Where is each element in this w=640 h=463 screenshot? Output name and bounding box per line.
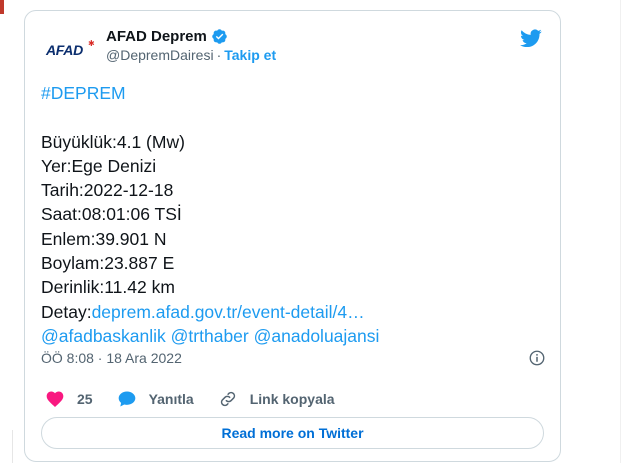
mention-link[interactable]: @afadbaskanlik: [41, 326, 166, 346]
timestamp-row: ÖÖ 8:08 · 18 Ara 2022: [41, 348, 546, 368]
afad-logo-star-icon: ✱: [88, 39, 95, 48]
verified-badge-icon: [212, 28, 227, 44]
follow-link[interactable]: Takip et: [224, 47, 276, 63]
tweet-line-latitude: Enlem:39.901 N: [41, 228, 167, 249]
tweet-line-time: Saat:08:01:06 TSİ: [41, 204, 182, 225]
hashtag-link[interactable]: #DEPREM: [41, 83, 126, 103]
author-display-name[interactable]: AFAD Deprem: [106, 28, 207, 45]
tweet-header: AFAD ✱ AFAD Deprem @DepremDairesi · Takip …: [43, 25, 546, 69]
copy-link-label: Link kopyala: [249, 391, 335, 407]
detail-label: Detay:: [41, 301, 92, 322]
tweet-line-depth: Derinlik:11.42 km: [41, 277, 175, 298]
author-handle[interactable]: @DepremDairesi: [106, 47, 214, 63]
mention-link[interactable]: @trthaber: [171, 326, 249, 346]
reply-button[interactable]: Yanıtla: [117, 389, 194, 409]
read-more-button[interactable]: Read more on Twitter: [41, 417, 544, 449]
like-count: 25: [77, 391, 93, 407]
tweet-line-longitude: Boylam:23.887 E: [41, 253, 175, 274]
author-info: AFAD Deprem @DepremDairesi · Takip et: [106, 26, 276, 67]
author-handle-row: @DepremDairesi · Takip et: [106, 47, 276, 67]
heart-icon: [46, 391, 64, 407]
copy-link-button[interactable]: Link kopyala: [218, 389, 335, 409]
speech-bubble-icon: [118, 391, 135, 407]
tweet-line-detail: Detay:deprem.afad.gov.tr/event-detail/4…: [41, 300, 544, 324]
page-divider-right: [620, 0, 621, 463]
detail-link[interactable]: deprem.afad.gov.tr/event-detail/4…: [92, 302, 365, 322]
afad-logo-text: AFAD: [46, 42, 83, 58]
tweet-line-magnitude: Büyüklük:4.1 (Mw): [41, 131, 185, 152]
separator-dot: ·: [216, 47, 222, 63]
link-icon: [220, 391, 235, 407]
tweet-actions: 25 Yanıtla Link kopyala: [45, 388, 359, 410]
info-icon[interactable]: [528, 349, 546, 367]
reply-label: Yanıtla: [148, 391, 194, 407]
tweet-line-location: Yer:Ege Denizi: [41, 155, 157, 176]
tweet-text: #DEPREM Büyüklük:4.1 (Mw) Yer:Ege Denizi…: [41, 81, 544, 348]
twitter-bird-icon[interactable]: [520, 27, 542, 49]
tweet-line-date: Tarih:2022-12-18: [41, 180, 174, 201]
tweet-timestamp[interactable]: ÖÖ 8:08 · 18 Ara 2022: [41, 350, 182, 366]
like-button[interactable]: 25: [45, 389, 93, 409]
page-divider-left: [12, 430, 13, 463]
mention-link[interactable]: @anadoluajansi: [254, 326, 380, 346]
afad-logo[interactable]: AFAD ✱: [46, 40, 95, 62]
corner-marker: [0, 0, 4, 14]
tweet-embed-card: AFAD ✱ AFAD Deprem @DepremDairesi · Takip …: [24, 10, 561, 462]
mentions-line: @afadbaskanlik @trthaber @anadoluajansi: [41, 324, 544, 348]
